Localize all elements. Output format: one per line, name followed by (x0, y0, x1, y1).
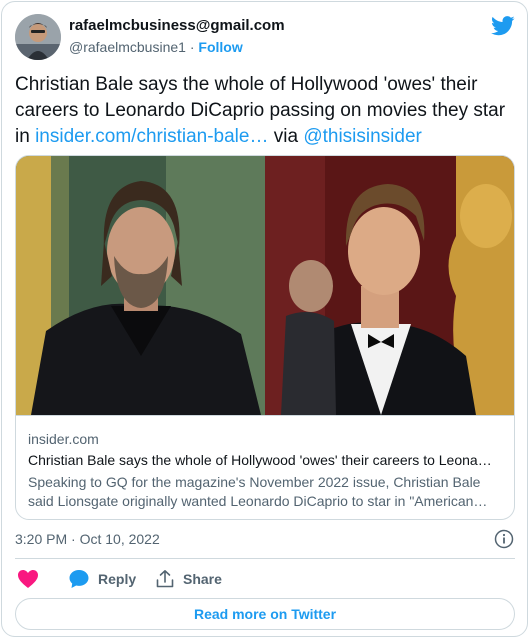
tweet-header: rafaelmcbusiness@gmail.com @rafaelmcbusi… (15, 14, 515, 62)
link-preview[interactable]: insider.com Christian Bale says the whol… (16, 415, 514, 519)
action-bar: Reply Share (15, 567, 515, 591)
via-text: via (268, 126, 304, 147)
divider (15, 558, 515, 559)
share-button[interactable]: Share (155, 567, 222, 591)
handle-separator: · (189, 39, 195, 55)
heart-icon[interactable] (17, 569, 39, 589)
card-title: Christian Bale says the whole of Hollywo… (28, 452, 492, 468)
avatar[interactable] (15, 14, 61, 60)
card-description-line1: Speaking to GQ for the magazine's Novemb… (28, 474, 481, 490)
share-icon[interactable] (155, 569, 175, 589)
mention-link[interactable]: @thisisinsider (303, 126, 422, 147)
like-button[interactable] (17, 567, 39, 591)
author-handle[interactable]: @rafaelmcbusine1 (69, 39, 186, 55)
follow-button[interactable]: Follow (198, 39, 242, 55)
tweet-timestamp[interactable]: 3:20 PM · Oct 10, 2022 (15, 531, 160, 547)
info-icon[interactable] (494, 529, 514, 549)
tweet-embed-card: rafaelmcbusiness@gmail.com @rafaelmcbusi… (1, 1, 528, 637)
author-name[interactable]: rafaelmcbusiness@gmail.com (69, 17, 285, 34)
reply-button[interactable]: Reply (68, 567, 136, 591)
link-card[interactable]: insider.com Christian Bale says the whol… (15, 155, 515, 520)
tweet-text: Christian Bale says the whole of Hollywo… (15, 72, 515, 150)
article-link[interactable]: insider.com/christian-bale… (35, 126, 268, 147)
twitter-bird-icon[interactable] (491, 16, 515, 36)
reply-label[interactable]: Reply (98, 571, 136, 587)
card-description-line2: said Lionsgate originally wanted Leonard… (28, 493, 488, 509)
card-description: Speaking to GQ for the magazine's Novemb… (28, 473, 502, 511)
share-label[interactable]: Share (183, 571, 222, 587)
card-domain: insider.com (28, 431, 99, 447)
author-handle-line: @rafaelmcbusine1 · Follow (69, 39, 243, 55)
card-image[interactable] (16, 156, 514, 415)
reply-bubble-icon[interactable] (68, 569, 90, 589)
read-more-button[interactable]: Read more on Twitter (15, 598, 515, 630)
